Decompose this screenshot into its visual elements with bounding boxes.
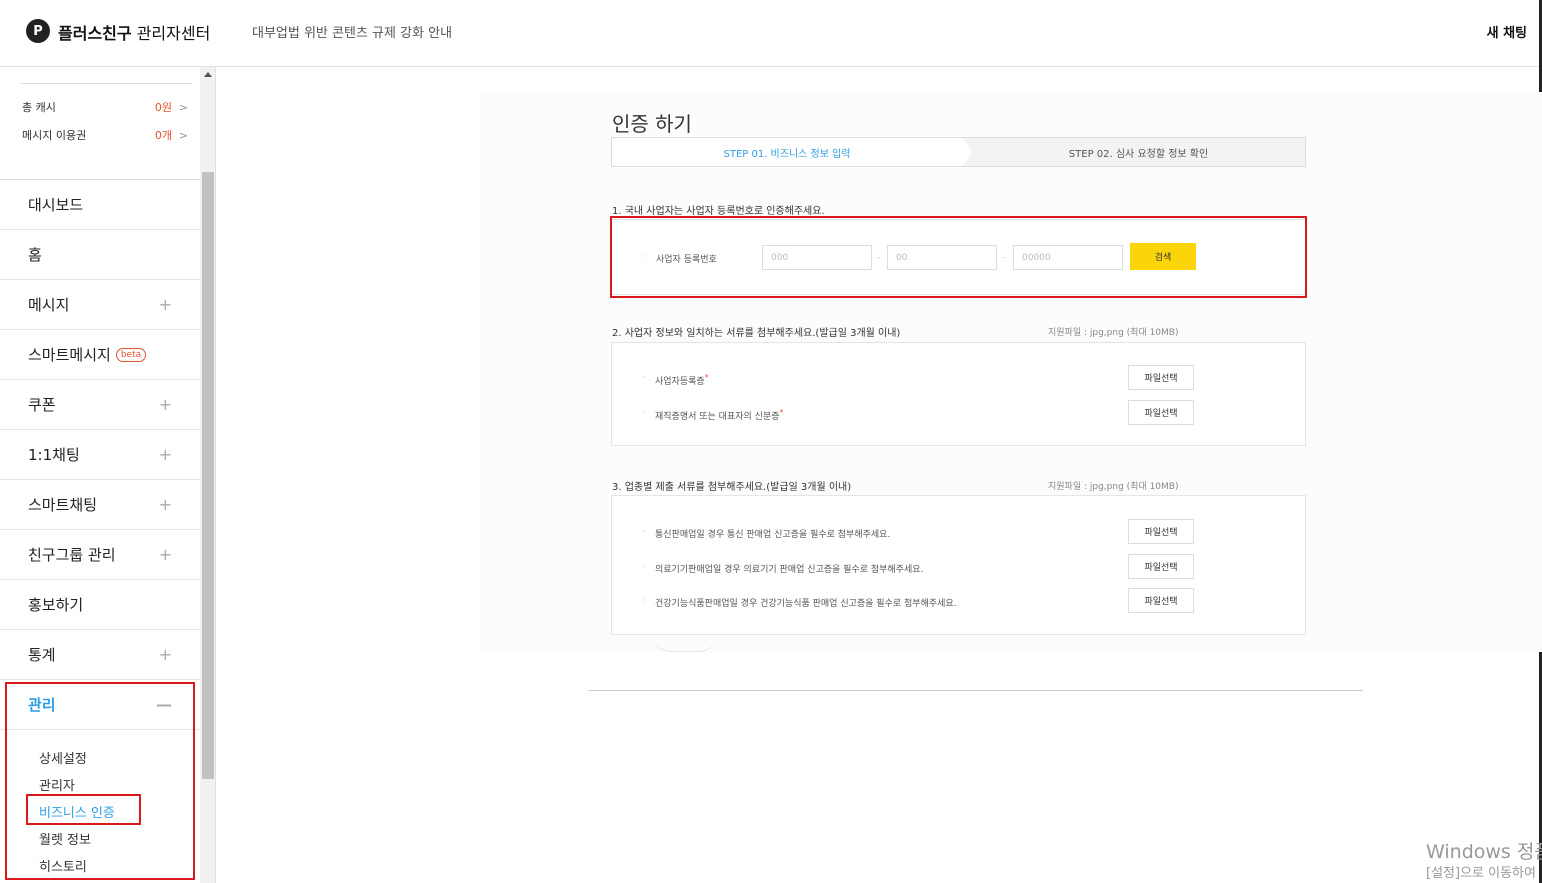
windows-activation-subtext: [설정]으로 이동하여 bbox=[1426, 866, 1536, 881]
plusfriend-logo-icon[interactable]: P bbox=[26, 19, 50, 43]
file-select-button[interactable]: 파일선택 bbox=[1128, 400, 1194, 425]
doc-employment-or-id: 재직증명서 또는 대표자의 신분증* bbox=[655, 408, 784, 422]
chevron-right-icon[interactable]: > bbox=[179, 101, 188, 114]
beta-badge: beta bbox=[115, 347, 147, 362]
file-select-button[interactable]: 파일선택 bbox=[1128, 588, 1194, 613]
highlight-box-business-auth bbox=[26, 794, 141, 825]
doc-health-food: 건강기능식품판매업일 경우 건강기능식품 판매업 신고증을 필수로 첨부해주세요… bbox=[655, 599, 957, 609]
total-cash-row[interactable]: 총 캐시 0원 > bbox=[22, 98, 192, 116]
page-title: 인증 하기 bbox=[612, 112, 692, 136]
sidebar-item-message[interactable]: 메시지 + bbox=[0, 280, 200, 330]
plus-icon[interactable]: + bbox=[159, 495, 172, 514]
sidebar-item-smart-message[interactable]: 스마트메시지 beta bbox=[0, 330, 200, 380]
sidebar: 총 캐시 0원 > 메시지 이용권 0개 > 대시보드 홈 메시지 + 스마트메시… bbox=[0, 67, 200, 883]
sidebar-item-coupon[interactable]: 쿠폰 + bbox=[0, 380, 200, 430]
section-2-label: 2. 사업자 정보와 일치하는 서류를 첨부해주세요.(발급일 3개월 이내) bbox=[612, 328, 901, 339]
total-cash-value: 0원 bbox=[154, 101, 172, 114]
message-voucher-row[interactable]: 메시지 이용권 0개 > bbox=[22, 126, 192, 144]
doc-business-registration: 사업자등록증* bbox=[655, 373, 709, 387]
doc-telemarketing: 통신판매업일 경우 통신 판매업 신고증을 필수로 첨부해주세요. bbox=[655, 530, 891, 540]
file-select-button[interactable]: 파일선택 bbox=[1128, 519, 1194, 544]
plus-icon[interactable]: + bbox=[159, 445, 172, 464]
plus-icon[interactable]: + bbox=[159, 645, 172, 664]
plus-icon[interactable]: + bbox=[159, 295, 172, 314]
bullet: · bbox=[643, 527, 646, 537]
notice-link[interactable]: 대부업법 위반 콘텐츠 규제 강화 안내 bbox=[252, 22, 452, 41]
sidebar-item-1to1-chat[interactable]: 1:1채팅 + bbox=[0, 430, 200, 480]
bullet: · bbox=[643, 562, 646, 572]
step-2-tab: STEP 02. 심사 요청할 정보 확인 bbox=[1068, 148, 1209, 160]
sidebar-item-dashboard[interactable]: 대시보드 bbox=[0, 180, 200, 230]
plus-icon[interactable]: + bbox=[159, 395, 172, 414]
file-hint: 지원파일 : jpg,png (최대 10MB) bbox=[1048, 482, 1179, 492]
sidebar-item-friend-group[interactable]: 친구그룹 관리 + bbox=[0, 530, 200, 580]
sidebar-item-smart-chat[interactable]: 스마트채팅 + bbox=[0, 480, 200, 530]
brand-title[interactable]: 플러스친구 관리자센터 bbox=[58, 20, 210, 44]
sidebar-scrollbar[interactable] bbox=[200, 67, 216, 883]
sidebar-item-promotion[interactable]: 홍보하기 bbox=[0, 580, 200, 630]
section-1-label: 1. 국내 사업자는 사업자 등록번호로 인증해주세요. bbox=[612, 206, 825, 217]
scroll-thumb[interactable] bbox=[202, 172, 214, 779]
bullet: · bbox=[643, 373, 646, 383]
doc-medical-device: 의료기기판매업일 경우 의료기기 판매업 신고증을 필수로 첨부해주세요. bbox=[655, 565, 924, 575]
documents-panel bbox=[611, 342, 1306, 446]
bullet: · bbox=[643, 596, 646, 606]
file-select-button[interactable]: 파일선택 bbox=[1128, 554, 1194, 579]
new-chat-button[interactable]: 새 채팅 bbox=[1487, 22, 1527, 41]
plus-icon[interactable]: + bbox=[159, 545, 172, 564]
sidebar-item-home[interactable]: 홈 bbox=[0, 230, 200, 280]
sidebar-item-stats[interactable]: 통계 + bbox=[0, 630, 200, 680]
divider bbox=[588, 690, 1363, 691]
top-header: P 플러스친구 관리자센터 대부업법 위반 콘텐츠 규제 강화 안내 새 채팅 bbox=[0, 0, 1542, 67]
highlight-box-business-number bbox=[610, 216, 1307, 298]
step-indicator: STEP 01. 비즈니스 정보 입력 STEP 02. 심사 요청할 정보 확… bbox=[611, 137, 1306, 167]
scroll-up-arrow-icon[interactable] bbox=[204, 72, 212, 77]
decorative-arc bbox=[650, 630, 720, 652]
divider bbox=[20, 83, 192, 84]
message-voucher-value: 0개 bbox=[154, 129, 172, 142]
chevron-right-icon[interactable]: > bbox=[179, 129, 188, 142]
file-select-button[interactable]: 파일선택 bbox=[1128, 365, 1194, 390]
windows-activation-watermark: Windows 정품 bbox=[1426, 841, 1542, 863]
highlight-box-manage bbox=[5, 682, 195, 880]
step-arrow bbox=[962, 138, 972, 166]
section-3-label: 3. 업종별 제출 서류를 첨부해주세요.(발급일 3개월 이내) bbox=[612, 482, 852, 493]
bullet: · bbox=[643, 408, 646, 418]
step-1-tab: STEP 01. 비즈니스 정보 입력 bbox=[612, 138, 962, 166]
file-hint: 지원파일 : jpg,png (최대 10MB) bbox=[1048, 328, 1179, 338]
